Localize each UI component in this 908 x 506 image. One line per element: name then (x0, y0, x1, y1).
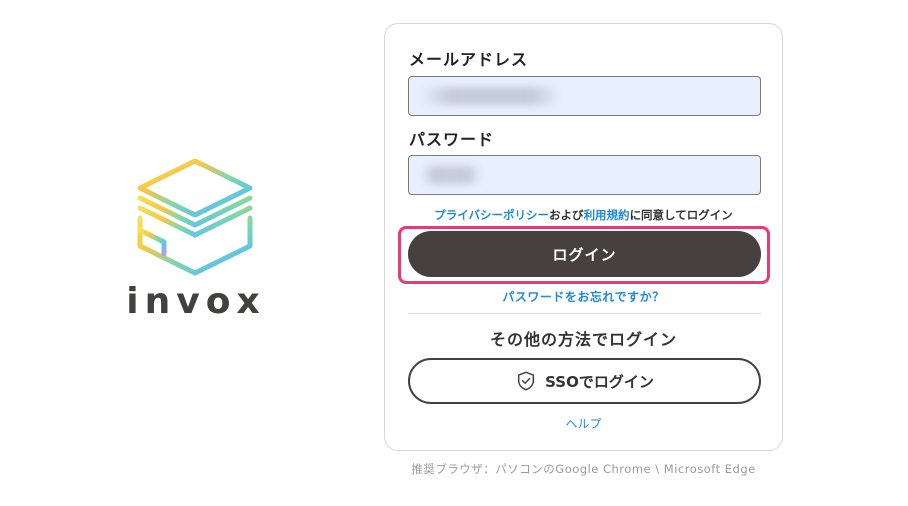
consent-text: プライバシーポリシーおよび利用規約に同意してログイン (385, 207, 782, 223)
password-field[interactable] (408, 155, 761, 195)
email-value-redacted (421, 87, 561, 105)
shield-check-icon (518, 371, 535, 391)
divider (408, 313, 761, 314)
recommended-browser-note: 推奨ブラウザ：パソコンのGoogle Chrome \ Microsoft Ed… (411, 462, 756, 476)
other-methods-title: その他の方法でログイン (489, 330, 677, 349)
login-button[interactable]: ログイン (408, 231, 761, 277)
consent-and: および (549, 208, 584, 222)
sso-button-label: SSOでログイン (545, 372, 654, 391)
terms-link[interactable]: 利用規約 (584, 208, 630, 222)
forgot-password-link[interactable]: パスワードをお忘れですか？ (385, 288, 782, 305)
brand-name: invox (126, 281, 266, 322)
help-link[interactable]: ヘルプ (385, 415, 782, 432)
email-field[interactable] (408, 76, 761, 116)
email-label: メールアドレス (409, 50, 529, 69)
password-label: パスワード (409, 130, 495, 149)
password-value-redacted (421, 166, 481, 184)
privacy-policy-link[interactable]: プライバシーポリシー (434, 208, 549, 222)
sso-login-button[interactable]: SSOでログイン (408, 358, 761, 404)
consent-suffix: に同意してログイン (629, 208, 733, 222)
login-card: メールアドレス パスワード プライバシーポリシーおよび利用規約に同意してログイン… (384, 23, 783, 451)
logo: invox (126, 155, 266, 325)
stacked-layers-logo-icon (137, 158, 253, 276)
